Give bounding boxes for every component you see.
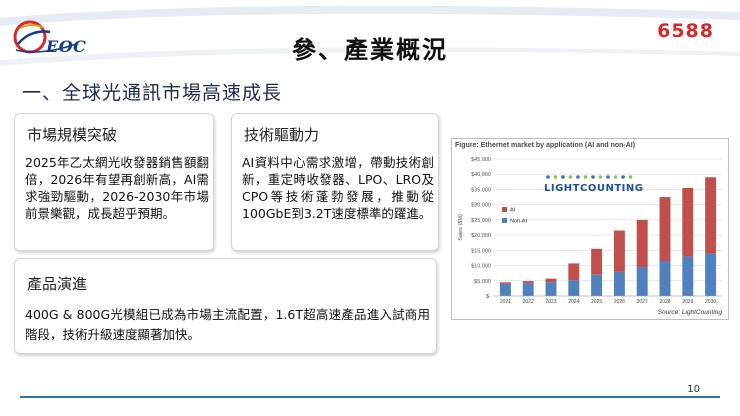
x-tick-label: 2022 bbox=[523, 299, 534, 305]
tech-driver-card: 技術驅動力 AI資料中心需求激增，帶動技術創新，重定時收發器、LPO、LRO及C… bbox=[231, 113, 439, 251]
bar-segment-ai bbox=[499, 282, 511, 284]
brand-dot-icon bbox=[621, 175, 625, 179]
y-tick-label: $45,000 bbox=[471, 157, 491, 163]
bar-segment-ai bbox=[705, 177, 717, 254]
brand-dot-icon bbox=[598, 175, 603, 179]
page-number: 10 bbox=[687, 384, 700, 395]
product-evolution-card-title: 產品演進 bbox=[27, 275, 88, 293]
market-size-card: 市場規模突破 2025年乙太網光收發器銷售額翻倍，2026年有望再創新高，AI需… bbox=[14, 113, 214, 251]
x-tick-label: 2028 bbox=[659, 299, 670, 305]
legend-swatch bbox=[502, 218, 507, 223]
y-tick-label: $35,000 bbox=[471, 187, 491, 193]
x-tick-label: 2026 bbox=[614, 299, 625, 305]
bar-segment-non-ai bbox=[659, 260, 671, 296]
y-tick-label: $- bbox=[486, 294, 491, 300]
brand-dot-icon bbox=[606, 175, 610, 179]
brand-dot-icon bbox=[576, 175, 580, 179]
brand-dot-icon bbox=[613, 175, 618, 179]
x-tick-label: 2021 bbox=[500, 299, 511, 305]
tech-driver-card-title: 技術驅動力 bbox=[244, 126, 320, 144]
market-size-card-title: 市場規模突破 bbox=[27, 126, 118, 144]
y-tick-label: $10,000 bbox=[471, 264, 491, 270]
slide: EOC 6588 參、產業概況 一、全球光通訊市場高速成長 市場規模突破 202… bbox=[0, 0, 740, 416]
brand-dot-icon bbox=[561, 175, 565, 179]
bar-segment-non-ai bbox=[613, 271, 625, 296]
bar-segment-non-ai bbox=[568, 280, 580, 296]
market-size-card-body: 2025年乙太網光收發器銷售額翻倍，2026年有望再創新高，AI需求強勁驅動，2… bbox=[25, 155, 209, 221]
ethernet-market-figure: Figure: Ethernet market by application (… bbox=[451, 138, 729, 320]
bar-segment-non-ai bbox=[705, 253, 717, 296]
brand-dot-icon bbox=[546, 175, 550, 179]
y-axis-label: Sales ($M) bbox=[458, 214, 464, 241]
brand-dot-icon bbox=[553, 175, 558, 179]
x-tick-label: 2024 bbox=[568, 299, 579, 305]
x-tick-label: 2027 bbox=[637, 299, 648, 305]
bar-segment-ai bbox=[636, 219, 648, 268]
figure-source: Source: LightCounting bbox=[657, 309, 722, 316]
tech-driver-card-body: AI資料中心需求激增，帶動技術創新，重定時收發器、LPO、LRO及CPO等技術蓬… bbox=[242, 155, 434, 221]
bar-segment-non-ai bbox=[545, 282, 557, 296]
bar-segment-ai bbox=[545, 278, 557, 283]
y-tick-label: $20,000 bbox=[471, 233, 491, 239]
legend-swatch bbox=[502, 207, 507, 212]
ethernet-market-chart: $- $5,000 $10,000 $15,000 $20,000 $25,000 $30,… bbox=[458, 157, 722, 305]
brand-dot-icon bbox=[568, 175, 573, 179]
bar-segment-ai bbox=[682, 187, 694, 257]
x-tick-label: 2030 bbox=[705, 299, 716, 305]
product-evolution-card: 產品演進 400G & 800G光模組已成為市場主流配置，1.6T超高速產品進入… bbox=[14, 258, 437, 354]
bar-segment-non-ai bbox=[591, 274, 603, 296]
product-evolution-card-body: 400G & 800G光模組已成為市場主流配置，1.6T超高速產品進入試商用階段… bbox=[25, 307, 430, 342]
brand-dot-icon bbox=[591, 175, 595, 179]
footer-rule bbox=[20, 396, 720, 398]
legend-label: Non-AI bbox=[510, 219, 528, 225]
bar-segment-ai bbox=[522, 281, 534, 284]
bar-segment-ai bbox=[659, 197, 671, 261]
y-tick-label: $30,000 bbox=[471, 203, 491, 209]
brand-dot-icon bbox=[583, 175, 588, 179]
bar-segment-non-ai bbox=[682, 256, 694, 296]
section-subtitle: 一、全球光通訊市場高速成長 bbox=[22, 82, 283, 104]
x-tick-label: 2023 bbox=[545, 299, 556, 305]
bar-segment-non-ai bbox=[499, 283, 511, 296]
slide-title: 參、產業概況 bbox=[292, 36, 448, 64]
y-tick-label: $15,000 bbox=[471, 248, 491, 254]
bar-segment-non-ai bbox=[636, 267, 648, 296]
x-tick-label: 2025 bbox=[591, 299, 602, 305]
brand-wordmark: LIGHTCOUNTING bbox=[544, 183, 643, 194]
brand-dot-icon bbox=[628, 175, 633, 179]
y-tick-label: $40,000 bbox=[471, 172, 491, 178]
bar-segment-non-ai bbox=[522, 283, 534, 296]
x-tick-label: 2029 bbox=[682, 299, 693, 305]
y-tick-label: $25,000 bbox=[471, 218, 491, 224]
y-tick-label: $5,000 bbox=[474, 279, 491, 285]
bar-segment-ai bbox=[613, 230, 625, 272]
legend-label: AI bbox=[510, 208, 516, 214]
bar-segment-ai bbox=[568, 263, 580, 281]
bar-segment-ai bbox=[591, 248, 603, 275]
